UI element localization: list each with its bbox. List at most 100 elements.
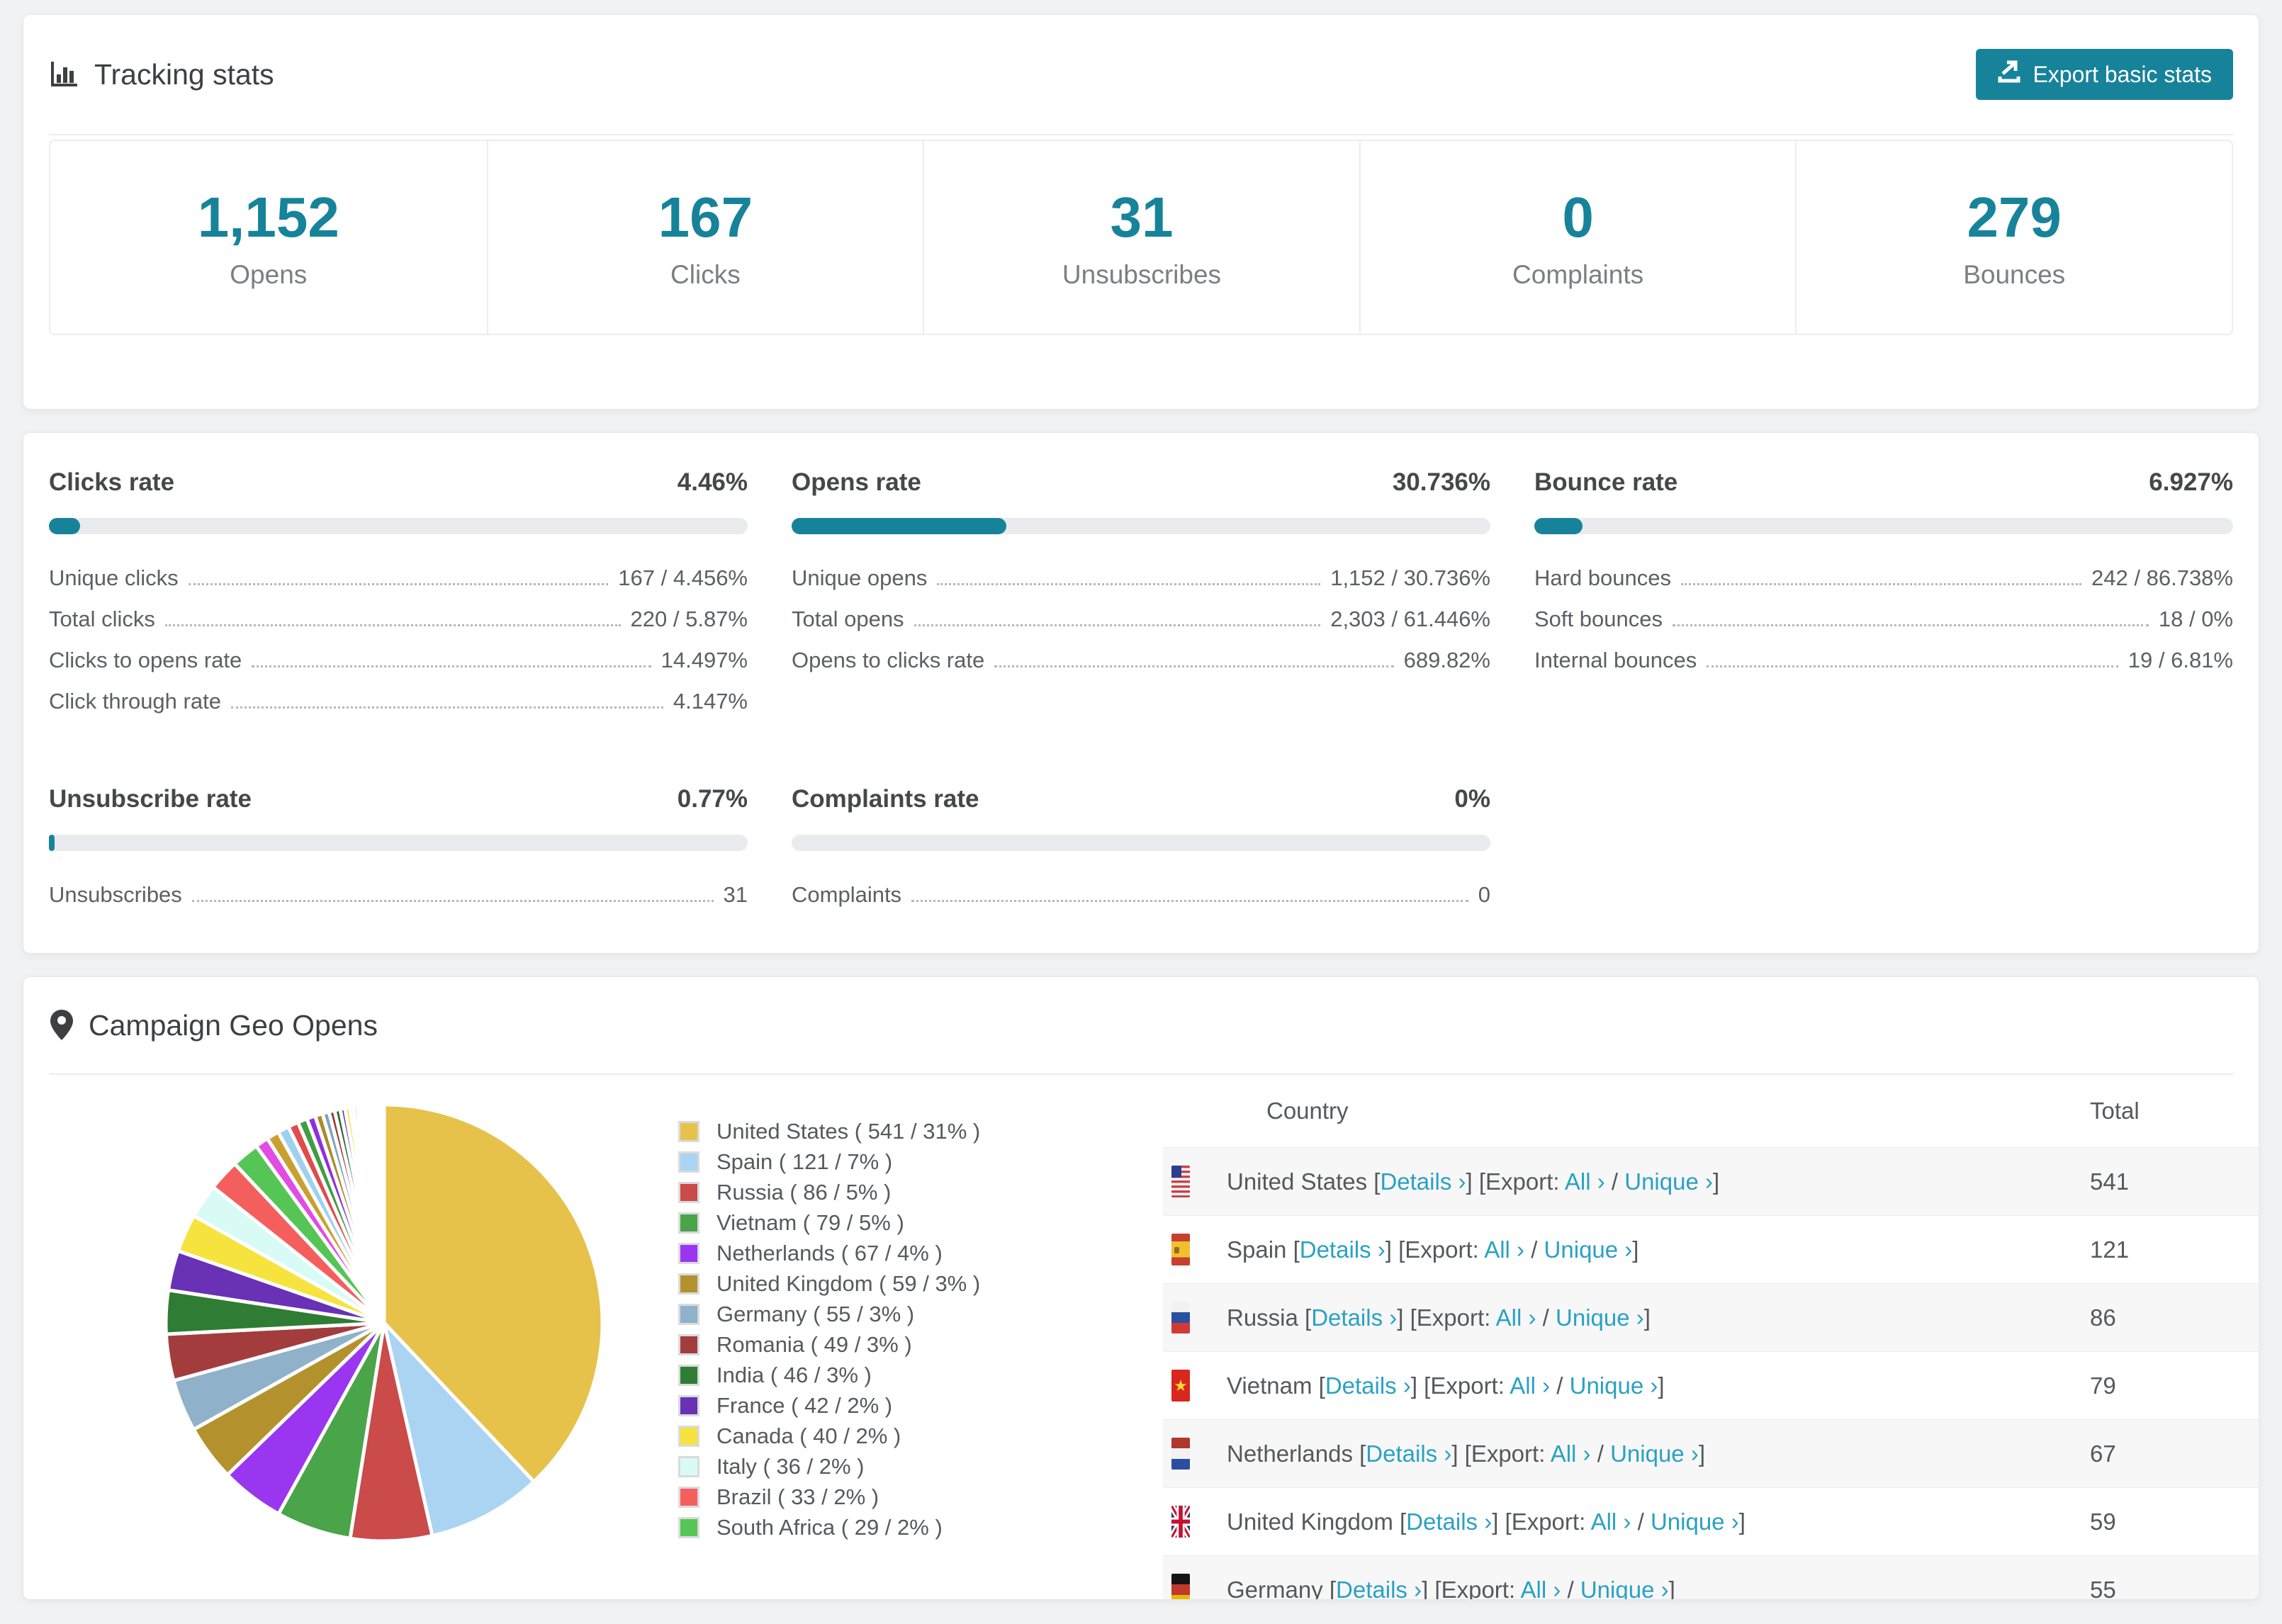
vn-flag-star: ★ [1174, 1376, 1188, 1394]
geo-card-header: Campaign Geo Opens [49, 977, 2233, 1073]
legend-item-france[interactable]: France ( 42 / 2% ) [678, 1390, 980, 1421]
tracking-card-header: Tracking stats Export basic stats [49, 15, 2233, 134]
us-flag-canton [1171, 1166, 1182, 1178]
flag-us-icon [1171, 1166, 1190, 1197]
legend-chip [678, 1364, 699, 1386]
dotted-leader [914, 624, 1321, 626]
export-unique-link[interactable]: Unique › [1580, 1577, 1669, 1600]
country-cell: Germany [Details ›] [Export: All › / Uni… [1163, 1574, 2090, 1600]
export-unique-link[interactable]: Unique › [1610, 1440, 1699, 1467]
rate-panel-header: Bounce rate 6.927% [1534, 468, 2233, 497]
country-links: United States [Details ›] [Export: All ›… [1227, 1168, 1720, 1195]
country-cell: ★ Vietnam [Details ›] [Export: All › / Un… [1163, 1370, 2090, 1402]
stat-opens: 1,152 Opens [50, 141, 487, 334]
dotted-leader [1681, 583, 2082, 585]
rate-progress-fill [49, 835, 55, 851]
rate-progress-track [792, 835, 1490, 851]
rate-row-label: Soft bounces [1534, 607, 1663, 631]
country-links: Spain [Details ›] [Export: All › / Uniqu… [1227, 1236, 1639, 1263]
rate-row-internal-bounces: Internal bounces 19 / 6.81% [1534, 648, 2233, 689]
rate-row-value: 2,303 / 61.446% [1330, 607, 1490, 631]
rate-row-value: 242 / 86.738% [2091, 565, 2233, 590]
rate-row-value: 167 / 4.456% [618, 565, 748, 590]
country-cell: Spain [Details ›] [Export: All › / Uniqu… [1163, 1234, 2090, 1265]
rate-panel-unsubscribe-rate: Unsubscribe rate 0.77% Unsubscribes 31 [49, 785, 748, 923]
legend-item-vietnam[interactable]: Vietnam ( 79 / 5% ) [678, 1207, 980, 1238]
legend-item-netherlands[interactable]: Netherlands ( 67 / 4% ) [678, 1238, 980, 1268]
country-cell: Russia [Details ›] [Export: All › / Uniq… [1163, 1302, 2090, 1333]
country-links: Netherlands [Details ›] [Export: All › /… [1227, 1440, 1705, 1467]
rate-panel-header: Clicks rate 4.46% [49, 468, 748, 497]
legend-item-spain[interactable]: Spain ( 121 / 7% ) [678, 1146, 980, 1177]
details-link[interactable]: Details › [1406, 1509, 1492, 1535]
stat-unsubscribes: 31 Unsubscribes [923, 141, 1359, 334]
rate-row-label: Clicks to opens rate [49, 648, 242, 672]
stat-bounces: 279 Bounces [1795, 141, 2232, 334]
country-name: Vietnam [1227, 1372, 1319, 1399]
export-all-link[interactable]: All › [1565, 1168, 1605, 1195]
legend-label: Italy ( 36 / 2% ) [716, 1453, 865, 1479]
rate-row-label: Total clicks [49, 607, 155, 631]
rate-title: Unsubscribe rate [49, 785, 252, 813]
legend-item-south-africa[interactable]: South Africa ( 29 / 2% ) [678, 1512, 980, 1543]
stat-label-bounces: Bounces [1963, 260, 2066, 289]
details-link[interactable]: Details › [1300, 1236, 1386, 1263]
rate-progress-fill [49, 518, 80, 534]
geo-table-row-netherlands: Netherlands [Details ›] [Export: All › /… [1163, 1419, 2259, 1487]
export-basic-stats-button[interactable]: Export basic stats [1976, 49, 2233, 100]
legend-label: Romania ( 49 / 3% ) [716, 1331, 912, 1357]
rate-panel-bounce-rate: Bounce rate 6.927% Hard bounces 242 / 86.73… [1534, 468, 2233, 730]
stat-label-clicks: Clicks [670, 260, 741, 289]
rate-title: Complaints rate [792, 785, 979, 813]
details-link[interactable]: Details › [1311, 1304, 1397, 1331]
legend-label: Brazil ( 33 / 2% ) [716, 1484, 879, 1509]
legend-label: Netherlands ( 67 / 4% ) [716, 1240, 943, 1265]
rate-row-unique-clicks: Unique clicks 167 / 4.456% [49, 565, 748, 607]
legend-chip [678, 1303, 699, 1325]
export-all-link[interactable]: All › [1520, 1577, 1561, 1600]
legend-item-romania[interactable]: Romania ( 49 / 3% ) [678, 1329, 980, 1360]
country-total: 67 [2090, 1440, 2116, 1467]
export-unique-link[interactable]: Unique › [1570, 1372, 1658, 1399]
details-link[interactable]: Details › [1325, 1372, 1411, 1399]
rate-row-complaints: Complaints 0 [792, 882, 1490, 923]
legend-item-canada[interactable]: Canada ( 40 / 2% ) [678, 1421, 980, 1451]
rate-title: Bounce rate [1534, 468, 1678, 496]
details-link[interactable]: Details › [1336, 1577, 1422, 1600]
export-unique-link[interactable]: Unique › [1556, 1304, 1644, 1331]
country-links: United Kingdom [Details ›] [Export: All … [1227, 1508, 1746, 1535]
export-unique-link[interactable]: Unique › [1544, 1236, 1633, 1263]
country-name: Russia [1227, 1304, 1305, 1331]
legend-item-russia[interactable]: Russia ( 86 / 5% ) [678, 1177, 980, 1207]
tracking-card-title: Tracking stats [49, 58, 274, 91]
export-all-link[interactable]: All › [1591, 1509, 1631, 1535]
legend-item-india[interactable]: India ( 46 / 3% ) [678, 1360, 980, 1390]
dotted-leader [164, 624, 621, 626]
legend-item-united-states[interactable]: United States ( 541 / 31% ) [678, 1116, 980, 1146]
export-unique-link[interactable]: Unique › [1651, 1509, 1739, 1535]
export-all-link[interactable]: All › [1496, 1304, 1536, 1331]
export-unique-link[interactable]: Unique › [1624, 1168, 1713, 1195]
legend-item-brazil[interactable]: Brazil ( 33 / 2% ) [678, 1482, 980, 1512]
legend-item-germany[interactable]: Germany ( 55 / 3% ) [678, 1299, 980, 1329]
flag-nl-icon [1171, 1438, 1190, 1470]
rate-row-label: Hard bounces [1534, 565, 1672, 590]
export-all-link[interactable]: All › [1510, 1372, 1550, 1399]
legend-label: Spain ( 121 / 7% ) [716, 1149, 893, 1174]
details-link[interactable]: Details › [1380, 1168, 1466, 1195]
rate-progress-track [1534, 518, 2233, 534]
legend-label: Russia ( 86 / 5% ) [716, 1179, 892, 1205]
legend-item-italy[interactable]: Italy ( 36 / 2% ) [678, 1451, 980, 1482]
legend-item-united-kingdom[interactable]: United Kingdom ( 59 / 3% ) [678, 1268, 980, 1299]
details-link[interactable]: Details › [1366, 1440, 1451, 1467]
geo-table-row-united-kingdom: United Kingdom [Details ›] [Export: All … [1163, 1487, 2259, 1555]
export-all-link[interactable]: All › [1484, 1236, 1524, 1263]
dotted-leader [230, 706, 663, 709]
rates-card: Clicks rate 4.46% Unique clicks 167 / 4.456… [23, 432, 2259, 954]
export-all-link[interactable]: All › [1551, 1440, 1591, 1467]
country-total: 55 [2090, 1576, 2116, 1600]
rate-row-label: Internal bounces [1534, 648, 1697, 672]
country-name: United States [1227, 1168, 1374, 1195]
geo-table-row-russia: Russia [Details ›] [Export: All › / Uniq… [1163, 1283, 2259, 1351]
country-name: United Kingdom [1227, 1508, 1400, 1535]
